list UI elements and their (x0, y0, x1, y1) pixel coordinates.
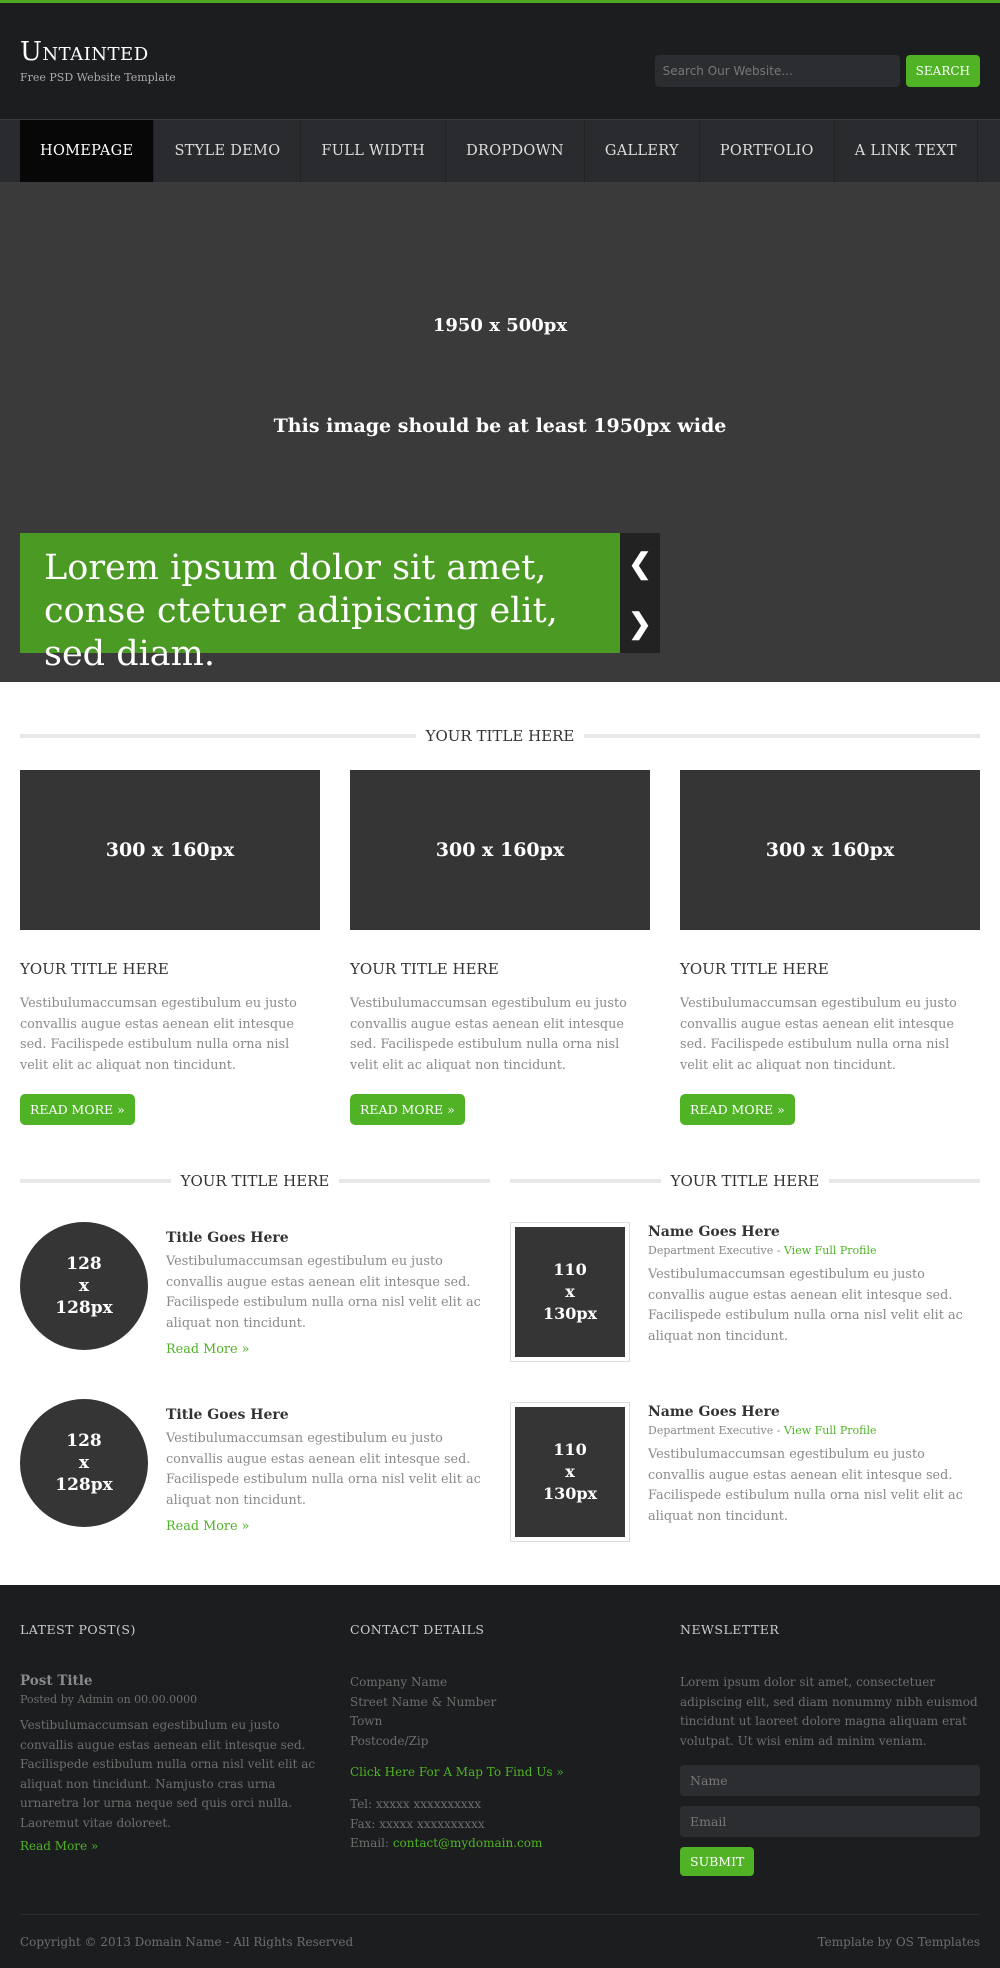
footer-post-meta: Posted by Admin on 00.00.0000 (20, 1693, 198, 1706)
footer-latest-posts: LATEST POST(S) Post Title Posted by Admi… (20, 1622, 320, 1876)
nav-item-gallery[interactable]: GALLERY (585, 120, 700, 182)
hero-slider: 1950 x 500px This image should be at lea… (0, 183, 1000, 682)
search-input[interactable] (654, 55, 900, 87)
read-more-button[interactable]: READ MORE » (20, 1094, 135, 1125)
footer-fax: Fax: xxxxx xxxxxxxxxx (350, 1816, 485, 1831)
posts-column: YOUR TITLE HERE 128 x 128px Title Goes Her… (20, 1171, 490, 1542)
footer-email: Email: contact@mydomain.com (350, 1836, 543, 1850)
team-column: YOUR TITLE HERE 110 x 130px Name Goes Here… (510, 1171, 980, 1542)
hero-message: This image should be at least 1950px wid… (273, 415, 727, 437)
post-text: Vestibulumaccumsan egestibulum eu justo … (166, 1254, 481, 1331)
chevron-left-icon[interactable]: ❮ (620, 533, 660, 593)
nav-item-dropdown[interactable]: DROPDOWN (446, 120, 585, 182)
two-column-row: YOUR TITLE HERE 128 x 128px Title Goes Her… (20, 1171, 980, 1542)
newsletter-name-input[interactable] (680, 1765, 980, 1796)
footer-heading: CONTACT DETAILS (350, 1622, 485, 1637)
footer-heading: NEWSLETTER (680, 1622, 780, 1637)
profile-text: Vestibulumaccumsan egestibulum eu justo … (648, 1267, 963, 1344)
profile-photo-frame: 110 x 130px (510, 1222, 630, 1362)
features-section-title: YOUR TITLE HERE (20, 726, 980, 745)
site-header: Untainted Free PSD Website Template SEAR… (0, 3, 1000, 119)
post-title: Title Goes Here (166, 1407, 289, 1423)
profile-text: Vestibulumaccumsan egestibulum eu justo … (648, 1447, 963, 1524)
view-profile-link[interactable]: View Full Profile (784, 1424, 877, 1437)
post-entry: 128 x 128px Title Goes Here Vestibulumaccu… (20, 1222, 490, 1357)
nav-item-a-link-text[interactable]: A LINK TEXT (835, 120, 978, 182)
footer-address: Company Name Street Name & Number Town P… (350, 1675, 497, 1748)
post-title: Title Goes Here (166, 1230, 289, 1246)
post-image-placeholder: 128 x 128px (20, 1399, 148, 1527)
feature-card: 300 x 160px YOUR TITLE HERE Vestibulumac… (680, 770, 980, 1125)
profile-entry: 110 x 130px Name Goes Here Department Exec… (510, 1222, 980, 1362)
newsletter-submit-button[interactable]: SUBMIT (680, 1847, 755, 1876)
nav-item-style-demo[interactable]: STYLE DEMO (154, 120, 302, 182)
chevron-right-icon[interactable]: ❯ (620, 593, 660, 653)
footer-heading: LATEST POST(S) (20, 1622, 136, 1637)
feature-text: Vestibulumaccumsan egestibulum eu justo … (350, 996, 627, 1073)
profile-department: Department Executive - View Full Profile (648, 1244, 877, 1257)
footer-read-more-link[interactable]: Read More » (20, 1839, 320, 1853)
newsletter-email-input[interactable] (680, 1806, 980, 1837)
feature-image-placeholder: 300 x 160px (680, 770, 980, 930)
footer-contact-details: CONTACT DETAILS Company Name Street Name… (350, 1622, 650, 1876)
post-entry: 128 x 128px Title Goes Here Vestibulumaccu… (20, 1399, 490, 1534)
copyright: Copyright © 2013 Domain Name - All Right… (20, 1934, 354, 1949)
view-profile-link[interactable]: View Full Profile (784, 1244, 877, 1257)
map-link[interactable]: Click Here For A Map To Find Us » (350, 1765, 650, 1779)
main-nav: HOMEPAGE STYLE DEMO FULL WIDTH DROPDOWN … (0, 119, 1000, 183)
feature-title: YOUR TITLE HERE (350, 960, 499, 978)
posts-section-title: YOUR TITLE HERE (20, 1171, 490, 1190)
feature-image-placeholder: 300 x 160px (20, 770, 320, 930)
newsletter-text: Lorem ipsum dolor sit amet, consectetuer… (680, 1675, 978, 1748)
footer-bottom-bar: Copyright © 2013 Domain Name - All Right… (20, 1914, 980, 1968)
footer-newsletter: NEWSLETTER Lorem ipsum dolor sit amet, c… (680, 1622, 980, 1876)
team-section-title: YOUR TITLE HERE (510, 1171, 980, 1190)
profile-name: Name Goes Here (648, 1404, 780, 1420)
footer-post-title[interactable]: Post Title (20, 1673, 320, 1689)
hero-caption: Lorem ipsum dolor sit amet, conse ctetue… (20, 533, 620, 674)
nav-item-full-width[interactable]: FULL WIDTH (301, 120, 447, 182)
feature-card: 300 x 160px YOUR TITLE HERE Vestibulumac… (20, 770, 320, 1125)
read-more-button[interactable]: READ MORE » (680, 1094, 795, 1125)
site-tagline: Free PSD Website Template (20, 71, 176, 84)
nav-item-homepage[interactable]: HOMEPAGE (20, 120, 155, 182)
profile-image-placeholder: 110 x 130px (515, 1407, 625, 1537)
feature-title: YOUR TITLE HERE (20, 960, 169, 978)
footer-tel: Tel: xxxxx xxxxxxxxxx (350, 1797, 482, 1811)
post-image-placeholder: 128 x 128px (20, 1222, 148, 1350)
feature-image-placeholder: 300 x 160px (350, 770, 650, 930)
feature-title: YOUR TITLE HERE (680, 960, 829, 978)
feature-text: Vestibulumaccumsan egestibulum eu justo … (20, 996, 297, 1073)
search-button[interactable]: SEARCH (905, 55, 980, 87)
read-more-link[interactable]: Read More » (166, 1519, 490, 1534)
profile-photo-frame: 110 x 130px (510, 1402, 630, 1542)
read-more-button[interactable]: READ MORE » (350, 1094, 465, 1125)
features-row: 300 x 160px YOUR TITLE HERE Vestibulumac… (20, 770, 980, 1125)
hero-size-label: 1950 x 500px (432, 315, 568, 336)
post-text: Vestibulumaccumsan egestibulum eu justo … (166, 1431, 481, 1508)
feature-text: Vestibulumaccumsan egestibulum eu justo … (680, 996, 957, 1073)
template-credit[interactable]: Template by OS Templates (818, 1935, 980, 1949)
profile-department: Department Executive - View Full Profile (648, 1424, 877, 1437)
footer-post-text: Vestibulumaccumsan egestibulum eu justo … (20, 1718, 316, 1830)
logo[interactable]: Untainted Free PSD Website Template (20, 37, 176, 84)
site-footer: LATEST POST(S) Post Title Posted by Admi… (0, 1585, 1000, 1968)
feature-card: 300 x 160px YOUR TITLE HERE Vestibulumac… (350, 770, 650, 1125)
read-more-link[interactable]: Read More » (166, 1342, 490, 1357)
profile-entry: 110 x 130px Name Goes Here Department Exec… (510, 1402, 980, 1542)
email-link[interactable]: contact@mydomain.com (393, 1836, 543, 1850)
site-name[interactable]: Untainted (20, 37, 176, 67)
profile-image-placeholder: 110 x 130px (515, 1227, 625, 1357)
profile-name: Name Goes Here (648, 1224, 780, 1240)
search-form: SEARCH (654, 55, 980, 87)
nav-item-portfolio[interactable]: PORTFOLIO (700, 120, 835, 182)
